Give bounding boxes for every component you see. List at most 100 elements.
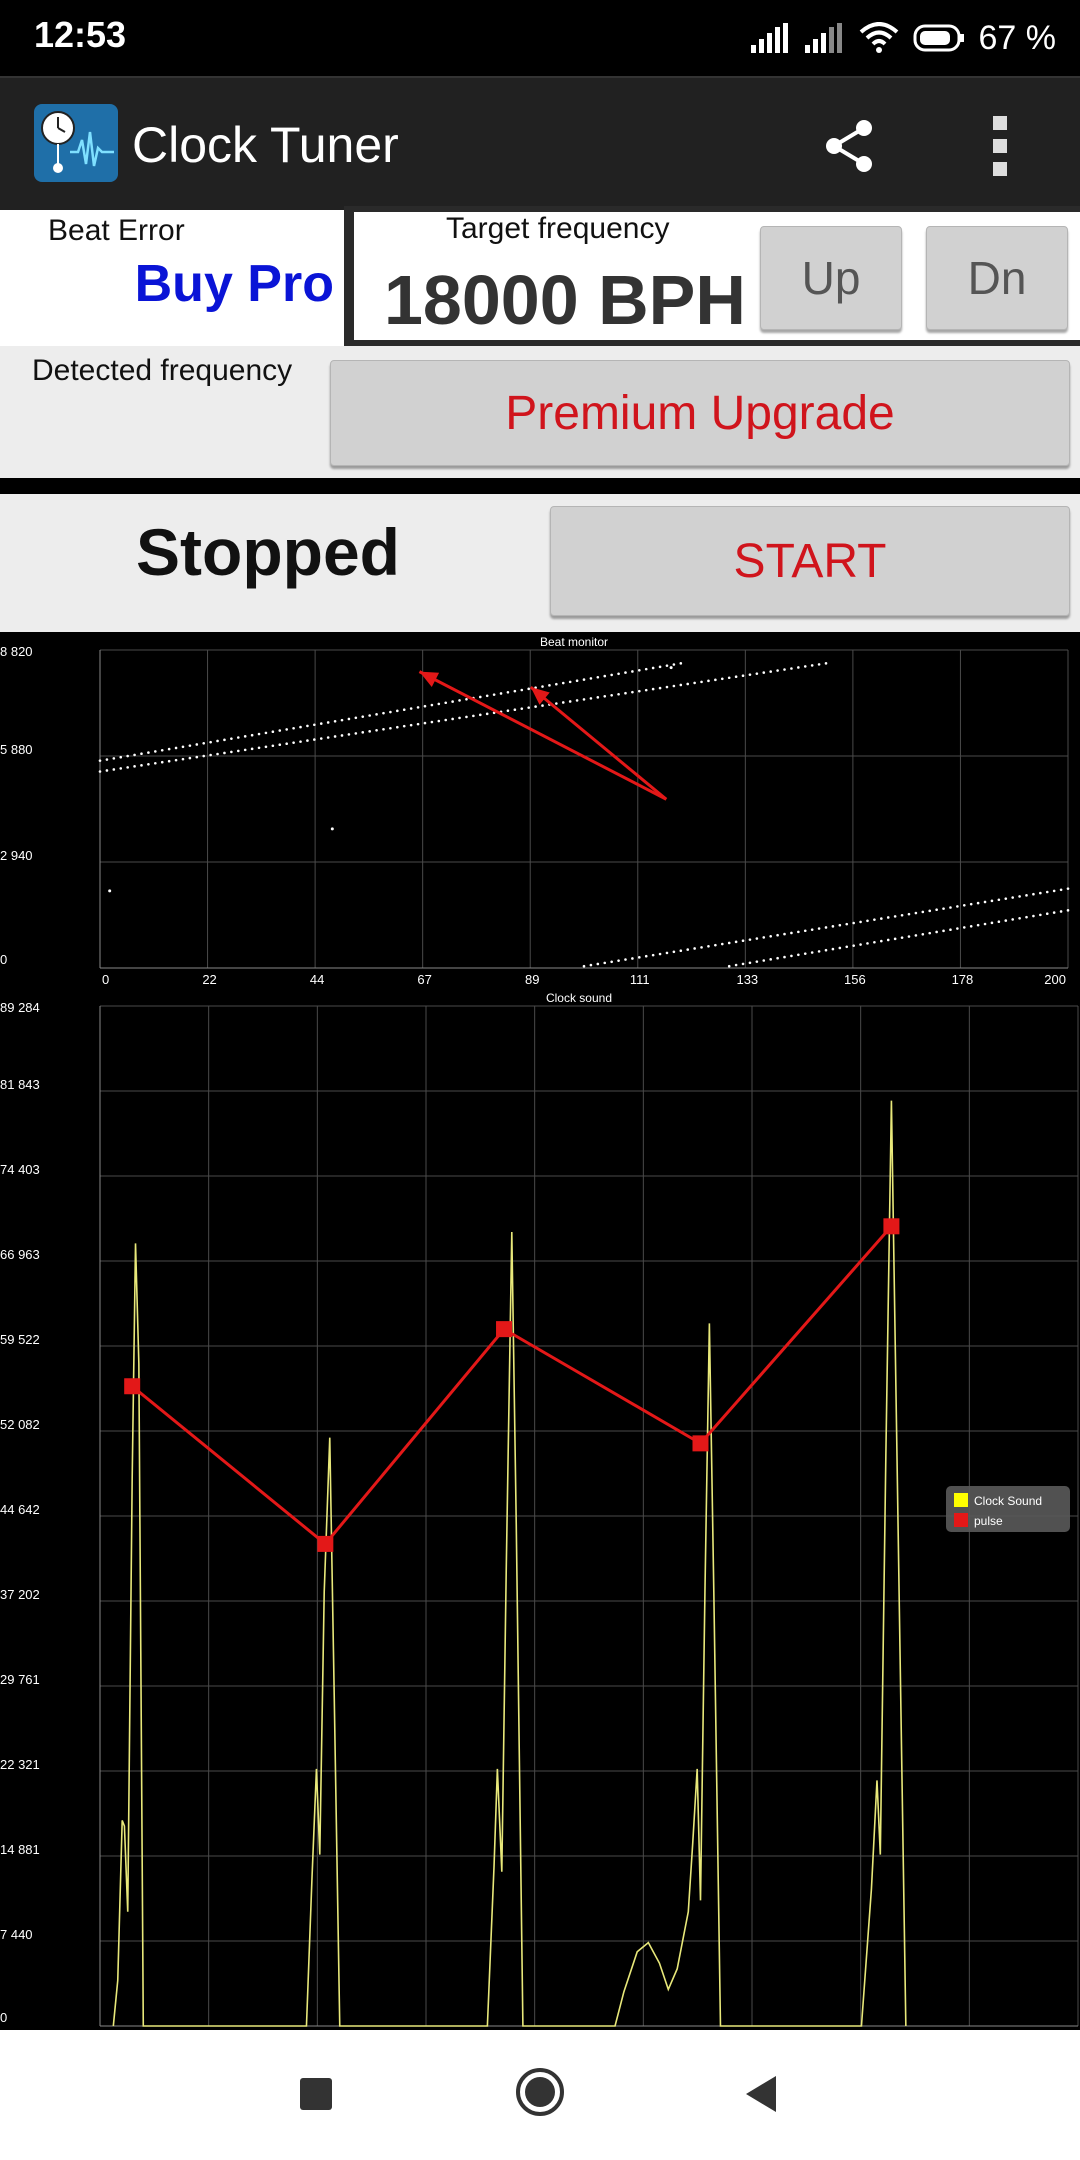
- beat-point: [485, 694, 489, 698]
- pulse-marker: [124, 1378, 141, 1395]
- beat-point: [880, 917, 883, 920]
- beat-point: [707, 944, 710, 948]
- beat-point: [741, 939, 745, 943]
- beat-point: [299, 740, 302, 743]
- beat-point: [748, 673, 752, 676]
- beat-point: [506, 691, 510, 694]
- back-icon[interactable]: [742, 2074, 778, 2114]
- beat-point: [638, 668, 641, 672]
- beat-point: [638, 689, 641, 693]
- beat-point: [416, 722, 420, 726]
- beat-point: [140, 764, 143, 767]
- beat-point: [299, 725, 302, 729]
- detected-frequency-label: Detected frequency: [32, 354, 293, 387]
- beat-point: [375, 728, 378, 732]
- detected-frequency-panel: Detected frequency Premium Upgrade: [0, 346, 1080, 478]
- buy-pro-link[interactable]: Buy Pro: [135, 254, 334, 314]
- beat-point: [644, 954, 648, 958]
- beat-point: [762, 959, 766, 962]
- app-title: Clock Tuner: [132, 117, 399, 173]
- pulse-marker: [496, 1321, 513, 1338]
- beat-point: [396, 709, 399, 713]
- beat-point: [727, 676, 731, 680]
- x-tick-label: 89: [525, 972, 539, 987]
- beat-point: [561, 701, 565, 704]
- beat-point: [838, 946, 842, 950]
- beat-point: [368, 714, 371, 717]
- beat-point: [202, 742, 206, 745]
- beat-point: [313, 723, 316, 727]
- beat-point: [555, 682, 558, 686]
- beat-point: [105, 758, 109, 761]
- beat-point: [147, 762, 150, 766]
- x-tick-label: 156: [844, 972, 866, 987]
- start-button[interactable]: START: [550, 506, 1070, 616]
- status-icons: 67 %: [750, 14, 1056, 62]
- beat-point: [108, 889, 112, 893]
- beat-point: [333, 735, 337, 738]
- y-tick-label: 8 820: [0, 644, 33, 659]
- beat-point: [541, 685, 544, 688]
- beat-point: [472, 714, 475, 718]
- beat-point: [644, 667, 648, 671]
- beat-point: [769, 934, 772, 938]
- beat-point: [1025, 915, 1028, 919]
- beat-point: [513, 689, 517, 693]
- beat-point: [257, 746, 261, 750]
- beat-point: [361, 731, 365, 734]
- beat-point: [755, 960, 759, 963]
- beat-point: [167, 747, 171, 751]
- beat-point: [451, 700, 454, 703]
- beat-point: [582, 964, 586, 968]
- beat-point: [803, 929, 807, 933]
- share-icon[interactable]: [822, 118, 878, 174]
- beat-point: [589, 963, 593, 967]
- beat-point: [921, 932, 925, 936]
- recents-icon[interactable]: [298, 2076, 334, 2112]
- beat-point: [478, 713, 482, 717]
- beat-point: [866, 942, 869, 945]
- beat-point: [852, 921, 855, 925]
- premium-upgrade-button[interactable]: Premium Upgrade: [330, 360, 1070, 466]
- beat-point: [306, 739, 309, 742]
- beat-point: [513, 708, 517, 711]
- beat-point: [1045, 912, 1049, 916]
- beat-point: [1045, 890, 1049, 894]
- beat-point: [603, 695, 607, 698]
- beat-point: [693, 947, 696, 950]
- more-options-icon[interactable]: [990, 114, 1010, 178]
- chart-legend: Clock Sound pulse: [946, 1486, 1070, 1532]
- beat-point: [603, 674, 607, 678]
- beat-point: [541, 704, 544, 707]
- home-icon[interactable]: [514, 2066, 566, 2118]
- up-button[interactable]: Up: [760, 226, 902, 330]
- beat-point: [693, 681, 696, 685]
- beat-point: [817, 927, 821, 930]
- beat-point: [160, 760, 164, 764]
- beat-point: [783, 668, 786, 671]
- y-tick-label: 29 761: [0, 1672, 40, 1687]
- beat-point: [319, 722, 323, 725]
- beat-point: [437, 719, 441, 723]
- beat-point: [810, 928, 814, 931]
- y-tick-label: 37 202: [0, 1587, 40, 1602]
- beat-point: [230, 737, 233, 740]
- beat-point: [776, 669, 779, 672]
- beat-point: [105, 769, 109, 772]
- beat-point: [783, 955, 786, 959]
- beat-point: [257, 732, 261, 736]
- beat-point: [236, 749, 240, 753]
- beat-point: [548, 684, 551, 687]
- legend-swatch-pulse: [954, 1513, 968, 1527]
- beat-point: [755, 672, 759, 675]
- y-tick-label: 5 880: [0, 742, 33, 757]
- battery-icon: [913, 24, 964, 52]
- beat-point: [983, 900, 987, 904]
- beat-point: [451, 717, 454, 721]
- beat-point: [589, 697, 593, 700]
- beat-point: [596, 696, 600, 699]
- app-bar: Clock Tuner: [0, 76, 1080, 210]
- down-button[interactable]: Dn: [926, 226, 1068, 330]
- beat-point: [195, 743, 199, 746]
- beat-point: [707, 679, 710, 683]
